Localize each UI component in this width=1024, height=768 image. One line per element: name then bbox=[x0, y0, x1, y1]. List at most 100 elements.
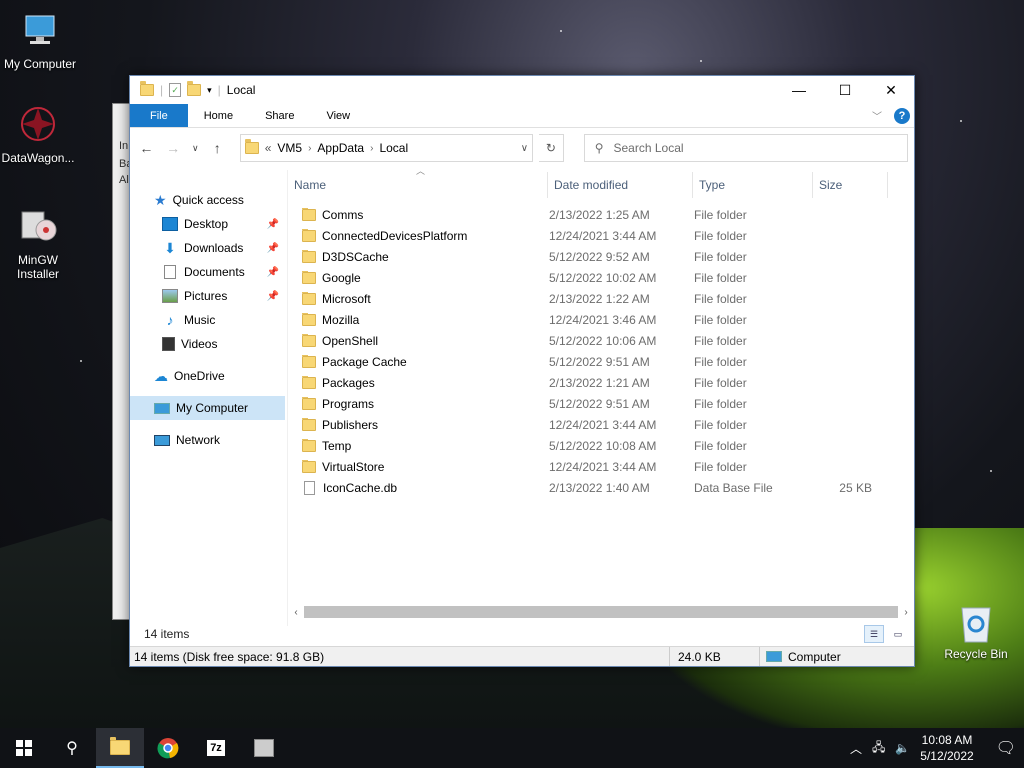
file-row[interactable]: Publishers 12/24/2021 3:44 AM File folder bbox=[288, 414, 914, 435]
nav-music[interactable]: ♪ Music bbox=[130, 308, 287, 332]
taskbar-file-explorer[interactable] bbox=[96, 728, 144, 768]
file-row[interactable]: IconCache.db 2/13/2022 1:40 AM Data Base F… bbox=[288, 477, 914, 498]
nav-my-computer[interactable]: My Computer bbox=[130, 396, 285, 420]
nav-onedrive[interactable]: ☁ OneDrive bbox=[130, 364, 287, 388]
file-row[interactable]: ConnectedDevicesPlatform 12/24/2021 3:44 … bbox=[288, 225, 914, 246]
details-view-button[interactable]: ☰ bbox=[864, 625, 884, 643]
scroll-thumb[interactable] bbox=[304, 606, 898, 618]
file-date: 5/12/2022 9:51 AM bbox=[549, 396, 650, 411]
file-row[interactable]: VirtualStore 12/24/2021 3:44 AM File folde… bbox=[288, 456, 914, 477]
search-taskbar-button[interactable]: ⚲ bbox=[48, 728, 96, 768]
refresh-button[interactable]: ↻ bbox=[539, 134, 564, 162]
file-explorer-window[interactable]: | ✓ ▾ | Local — ☐ ✕ File Home Share View… bbox=[129, 75, 915, 667]
tab-share[interactable]: Share bbox=[249, 104, 310, 127]
file-row[interactable]: Package Cache 5/12/2022 9:51 AM File folde… bbox=[288, 351, 914, 372]
picture-icon bbox=[162, 289, 178, 303]
nav-desktop[interactable]: Desktop 📌 bbox=[130, 212, 287, 236]
nav-network[interactable]: Network bbox=[130, 428, 287, 452]
installer-icon bbox=[254, 739, 274, 757]
forward-button[interactable]: → bbox=[163, 137, 184, 159]
item-count-bar: 14 items ☰ ▭ bbox=[130, 624, 914, 644]
recent-locations-button[interactable]: ∨ bbox=[190, 137, 201, 159]
network-icon[interactable]: 🖧 bbox=[872, 738, 885, 759]
file-row[interactable]: Google 5/12/2022 10:02 AM File folder bbox=[288, 267, 914, 288]
expand-ribbon-icon[interactable]: ﹀ bbox=[872, 108, 882, 123]
nav-documents[interactable]: Documents 📌 bbox=[130, 260, 287, 284]
new-folder-icon[interactable] bbox=[187, 81, 202, 96]
nav-videos[interactable]: Videos bbox=[130, 332, 287, 356]
close-button[interactable]: ✕ bbox=[868, 76, 914, 104]
taskbar-installer[interactable] bbox=[240, 728, 288, 768]
file-date: 2/13/2022 1:22 AM bbox=[549, 291, 650, 306]
large-icons-view-button[interactable]: ▭ bbox=[888, 625, 908, 643]
desktop-icon-mingw[interactable]: MinGW Installer bbox=[0, 206, 76, 281]
status-summary: 14 items (Disk free space: 91.8 GB) bbox=[130, 647, 670, 666]
volume-icon[interactable]: 🔈 bbox=[895, 741, 910, 755]
nav-quick-access[interactable]: ★ Quick access bbox=[130, 188, 287, 212]
chevron-right-icon[interactable]: › bbox=[370, 143, 373, 154]
scroll-left-icon[interactable]: ‹ bbox=[288, 607, 304, 618]
nav-pictures[interactable]: Pictures 📌 bbox=[130, 284, 287, 308]
file-date: 12/24/2021 3:44 AM bbox=[549, 228, 657, 243]
taskbar-chrome[interactable] bbox=[144, 728, 192, 768]
pin-icon[interactable]: 📌 bbox=[267, 243, 279, 254]
desktop-icon bbox=[162, 217, 178, 231]
video-icon bbox=[162, 337, 175, 351]
chevron-down-icon[interactable]: ∨ bbox=[521, 143, 528, 154]
title-bar[interactable]: | ✓ ▾ | Local — ☐ ✕ bbox=[130, 76, 914, 104]
monitor-icon bbox=[25, 15, 55, 44]
desktop-icon-my-computer[interactable]: My Computer bbox=[2, 10, 78, 71]
chevron-right-icon[interactable]: › bbox=[308, 143, 311, 154]
up-button[interactable]: ↑ bbox=[207, 137, 228, 159]
help-button[interactable]: ? bbox=[894, 107, 910, 124]
file-row[interactable]: Packages 2/13/2022 1:21 AM File folder bbox=[288, 372, 914, 393]
desktop-icon-recycle-bin[interactable]: Recycle Bin bbox=[940, 600, 1012, 661]
file-row[interactable]: D3DSCache 5/12/2022 9:52 AM File folder bbox=[288, 246, 914, 267]
nav-downloads[interactable]: ⬇ Downloads 📌 bbox=[130, 236, 287, 260]
pin-icon[interactable]: 📌 bbox=[267, 291, 279, 302]
address-bar[interactable]: « VM5 › AppData › Local ∨ bbox=[239, 134, 534, 162]
item-count: 14 items bbox=[144, 627, 190, 641]
maximize-button[interactable]: ☐ bbox=[822, 76, 868, 104]
column-date-modified[interactable]: Date modified bbox=[548, 172, 693, 198]
file-date: 2/13/2022 1:40 AM bbox=[549, 480, 650, 495]
start-button[interactable] bbox=[0, 728, 48, 768]
tab-view[interactable]: View bbox=[310, 104, 366, 127]
customize-quick-access-icon[interactable]: ▾ bbox=[207, 85, 212, 96]
file-name: Temp bbox=[322, 438, 352, 453]
document-icon bbox=[164, 265, 176, 279]
breadcrumb-local[interactable]: Local bbox=[379, 141, 408, 155]
back-button[interactable]: ← bbox=[136, 137, 157, 159]
7zip-icon: 7z bbox=[207, 740, 225, 756]
file-row[interactable]: Programs 5/12/2022 9:51 AM File folder bbox=[288, 393, 914, 414]
file-row[interactable]: Temp 5/12/2022 10:08 AM File folder bbox=[288, 435, 914, 456]
pin-icon[interactable]: 📌 bbox=[267, 219, 279, 230]
file-row[interactable]: Microsoft 2/13/2022 1:22 AM File folder bbox=[288, 288, 914, 309]
clock[interactable]: 10:08 AM 5/12/2022 bbox=[920, 732, 973, 764]
pin-icon[interactable]: 📌 bbox=[267, 267, 279, 278]
properties-icon[interactable]: ✓ bbox=[169, 83, 182, 97]
column-size[interactable]: Size bbox=[813, 172, 888, 198]
file-name: Comms bbox=[322, 207, 364, 222]
column-type[interactable]: Type bbox=[693, 172, 813, 198]
address-overflow[interactable]: « bbox=[265, 141, 272, 155]
scroll-right-icon[interactable]: › bbox=[898, 607, 914, 618]
minimize-button[interactable]: — bbox=[776, 76, 822, 104]
tab-file[interactable]: File bbox=[130, 104, 188, 127]
file-type: File folder bbox=[694, 396, 747, 411]
horizontal-scrollbar[interactable]: ‹ › bbox=[288, 604, 914, 620]
file-name: Programs bbox=[322, 396, 375, 411]
search-input[interactable]: ⚲ Search Local bbox=[583, 134, 908, 162]
show-hidden-icons-icon[interactable]: ︿ bbox=[850, 740, 862, 757]
file-type: File folder bbox=[694, 459, 747, 474]
file-row[interactable]: Mozilla 12/24/2021 3:46 AM File folder bbox=[288, 309, 914, 330]
desktop-icon-datawagon[interactable]: DataWagon... bbox=[0, 104, 76, 165]
taskbar: ⚲ 7z ︿ 🖧 🔈 10:08 AM 5/12/2022 🗨 bbox=[0, 728, 1024, 768]
breadcrumb-appdata[interactable]: AppData bbox=[317, 141, 364, 155]
tab-home[interactable]: Home bbox=[188, 104, 249, 127]
file-row[interactable]: Comms 2/13/2022 1:25 AM File folder bbox=[288, 204, 914, 225]
notification-icon[interactable]: 🗨 bbox=[996, 738, 1016, 758]
file-row[interactable]: OpenShell 5/12/2022 10:06 AM File folder bbox=[288, 330, 914, 351]
taskbar-7zip[interactable]: 7z bbox=[192, 728, 240, 768]
breadcrumb-vm5[interactable]: VM5 bbox=[277, 141, 302, 155]
